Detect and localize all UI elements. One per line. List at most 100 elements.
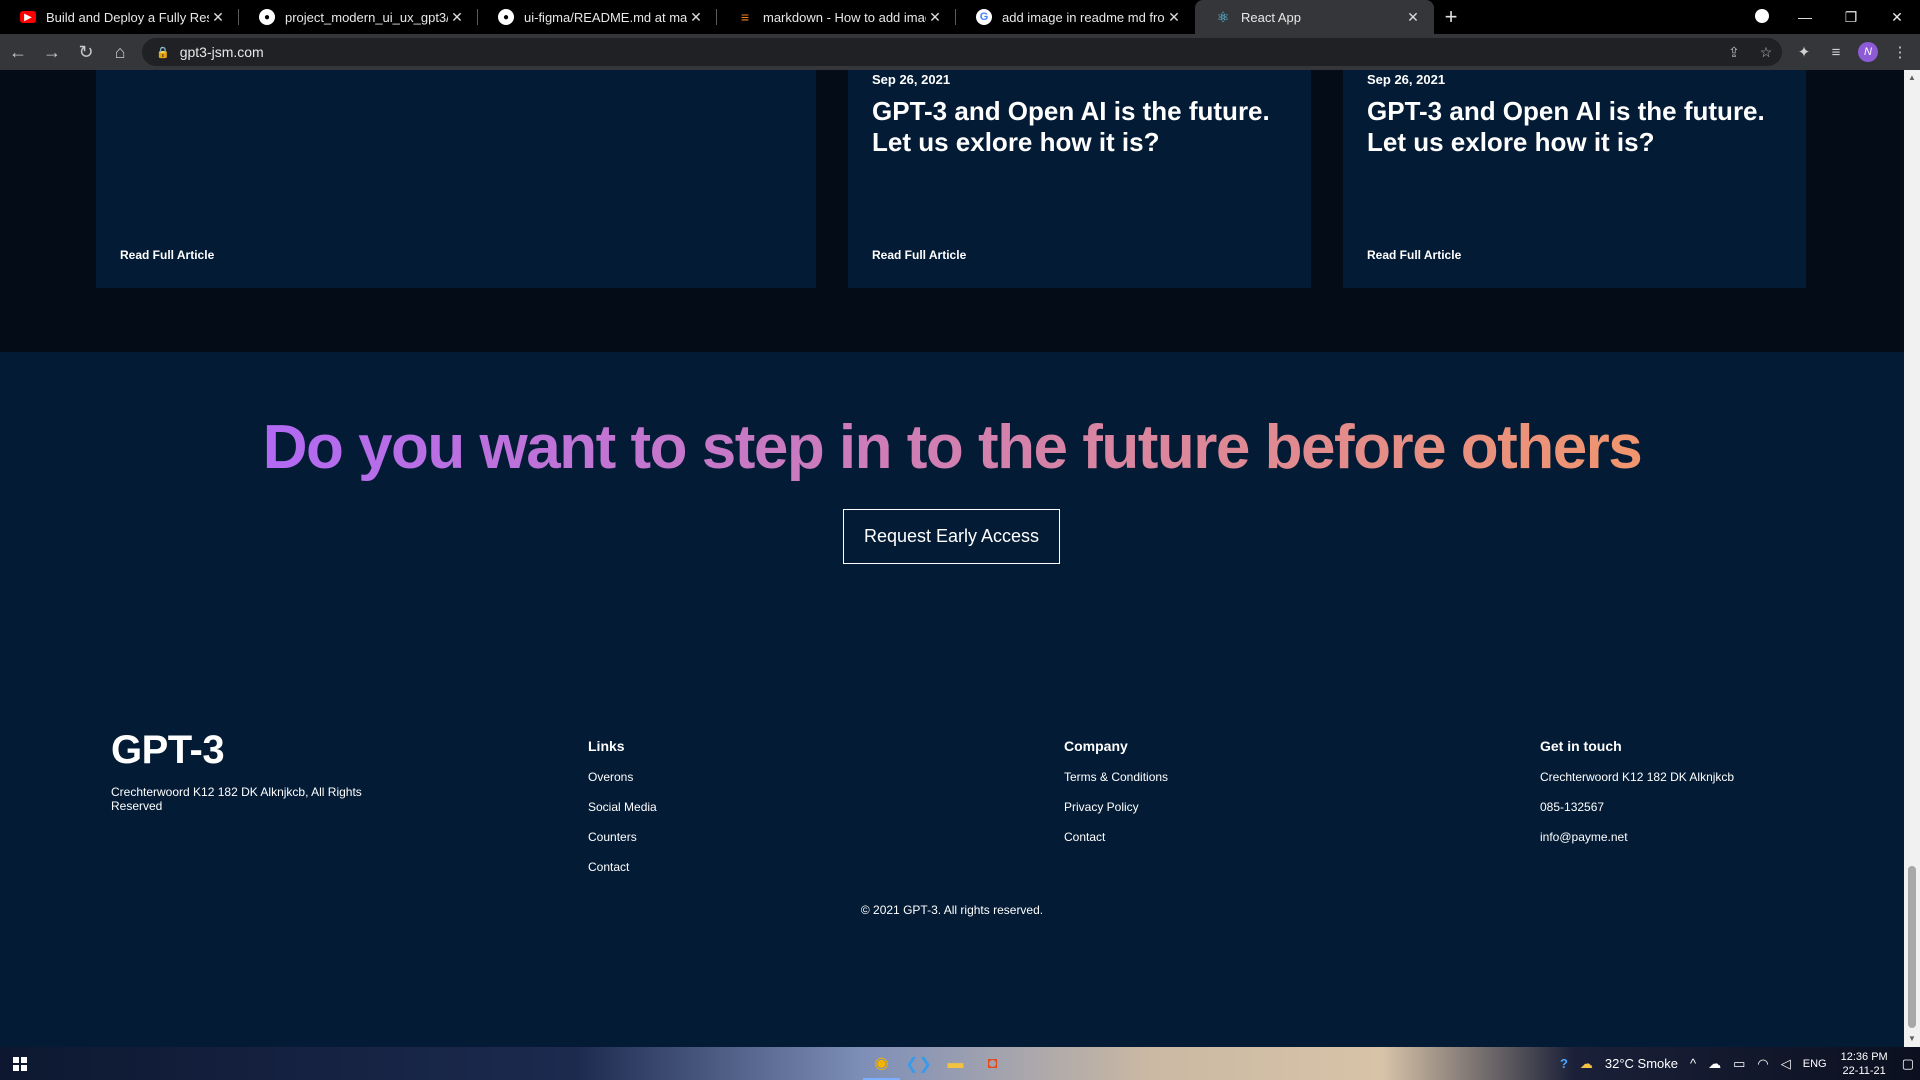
chevron-up-icon[interactable]: ^ [1684,1056,1702,1071]
page-scrollbar[interactable]: ▲ ▼ [1904,70,1920,1047]
blog-date: Sep 26, 2021 [1367,72,1446,87]
stackoverflow-icon: ≡ [740,9,750,25]
tab-title: Build and Deploy a Fully Responsive [46,9,209,25]
cloud-icon[interactable]: ☁ [1702,1056,1727,1072]
windows-logo-icon [13,1056,27,1071]
close-window-icon[interactable]: ✕ [1874,9,1920,26]
home-icon[interactable]: ⌂ [104,38,136,66]
blog-title: GPT-3 and Open AI is the future. Let us … [1367,96,1765,157]
notifications-icon[interactable]: ▢ [1896,1056,1920,1072]
forward-icon[interactable]: → [36,38,68,66]
request-early-access-button[interactable]: Request Early Access [843,509,1060,564]
close-icon[interactable]: ✕ [926,9,944,26]
tab-1[interactable]: ● project_modern_ui_ux_gpt3/README ✕ [239,0,478,34]
weather-icon[interactable]: ☁ [1574,1056,1599,1072]
github-icon: ● [498,9,514,25]
scroll-up-icon[interactable]: ▲ [1904,70,1920,86]
tab-4[interactable]: G add image in readme md from lo ✕ [956,0,1195,34]
pinned-apps: ◉ ❮❯ ▬ ◘ [863,1047,1011,1080]
volume-icon[interactable]: ◁ [1775,1056,1797,1072]
wifi-icon[interactable]: ◠ [1751,1056,1774,1072]
tab-title: project_modern_ui_ux_gpt3/README [285,9,448,25]
language-indicator[interactable]: ENG [1797,1058,1833,1070]
footer-link-privacy[interactable]: Privacy Policy [1064,800,1168,830]
footer-address: Crechterwoord K12 182 DK Alknjkcb, All R… [111,785,362,813]
share-icon[interactable]: ⇪ [1718,44,1750,61]
scroll-down-icon[interactable]: ▼ [1904,1031,1920,1047]
page-viewport: Read Full Article Sep 26, 2021 GPT-3 and… [0,70,1904,1047]
column-heading: Get in touch [1540,738,1622,754]
system-tray: ? ☁ 32°C Smoke ^ ☁ ▭ ◠ ◁ ENG 12:36 PM 22… [1554,1047,1920,1080]
footer-link-overons[interactable]: Overons [588,770,657,800]
clock-date: 22-11-21 [1842,1064,1886,1077]
read-article-link[interactable]: Read Full Article [872,248,966,262]
close-icon[interactable]: ✕ [1404,9,1422,26]
footer-company-column: Company Terms & Conditions Privacy Polic… [1064,738,1168,860]
tab-search-icon[interactable] [1742,8,1782,26]
footer-section: Do you want to step in to the future bef… [0,352,1904,1047]
footer-contact-column: Get in touch Crechterwoord K12 182 DK Al… [1540,738,1734,860]
tab-3[interactable]: ≡ markdown - How to add images ✕ [717,0,956,34]
close-icon[interactable]: ✕ [1165,9,1183,26]
tab-strip: ▶ Build and Deploy a Fully Responsive ✕ … [0,0,1920,34]
blog-title: GPT-3 and Open AI is the future. Let us … [872,96,1270,157]
avatar: N [1858,42,1878,62]
footer-link-terms[interactable]: Terms & Conditions [1064,770,1168,800]
read-article-link[interactable]: Read Full Article [120,248,214,262]
start-button[interactable] [0,1047,40,1080]
close-icon[interactable]: ✕ [687,9,705,26]
column-heading: Company [1064,738,1128,754]
github-icon: ● [259,9,275,25]
footer-links-column: Links Overons Social Media Counters Cont… [588,738,657,890]
blog-section: Read Full Article Sep 26, 2021 GPT-3 and… [0,70,1904,352]
contact-phone: 085-132567 [1540,800,1605,814]
help-icon[interactable]: ? [1554,1056,1574,1071]
profile-button[interactable]: N [1852,42,1884,62]
copyright-text: © 2021 GPT-3. All rights reserved. [860,903,1044,917]
scrollbar-thumb[interactable] [1908,866,1916,1028]
tab-title: markdown - How to add images [763,9,926,25]
office-icon[interactable]: ◘ [974,1047,1011,1080]
footer-link-contact[interactable]: Contact [1064,830,1168,860]
url-text[interactable]: gpt3-jsm.com [180,44,264,60]
close-icon[interactable]: ✕ [448,9,466,26]
file-explorer-icon[interactable]: ▬ [937,1047,974,1080]
back-icon[interactable]: ← [2,38,34,66]
chrome-icon[interactable]: ◉ [863,1047,900,1080]
blog-date: Sep 26, 2021 [872,72,951,87]
clock[interactable]: 12:36 PM 22-11-21 [1833,1050,1896,1078]
contact-address: Crechterwoord K12 182 DK Alknjkcb [1540,770,1735,784]
tab-title: React App [1241,9,1301,25]
footer-link-counters[interactable]: Counters [588,830,657,860]
lock-icon[interactable]: 🔒 [156,46,170,59]
bookmark-star-icon[interactable]: ☆ [1750,44,1782,61]
browser-toolbar: ← → ↻ ⌂ 🔒 gpt3-jsm.com ⇪ ☆ ✦ ≡ N ⋮ [0,34,1920,70]
vscode-icon[interactable]: ❮❯ [900,1047,937,1080]
windows-taskbar: ◉ ❮❯ ▬ ◘ ? ☁ 32°C Smoke ^ ☁ ▭ ◠ ◁ ENG 12… [0,1047,1920,1080]
footer-logo[interactable]: GPT-3 [111,728,225,773]
tab-5[interactable]: ⚛ React App ✕ [1195,0,1434,34]
reload-icon[interactable]: ↻ [70,38,102,66]
blog-card[interactable]: Read Full Article [96,70,816,288]
youtube-icon: ▶ [20,11,36,23]
restore-icon[interactable]: ❐ [1828,9,1874,26]
footer-link-contact[interactable]: Contact [588,860,657,890]
read-article-link[interactable]: Read Full Article [1367,248,1461,262]
weather-text[interactable]: 32°C Smoke [1599,1056,1684,1071]
extensions-icon[interactable]: ✦ [1788,43,1820,61]
tab-2[interactable]: ● ui-figma/README.md at master ✕ [478,0,717,34]
new-tab-button[interactable]: + [1434,0,1468,34]
column-heading: Links [588,738,625,754]
footer-link-social-media[interactable]: Social Media [588,800,657,830]
menu-icon[interactable]: ⋮ [1884,43,1916,61]
battery-icon[interactable]: ▭ [1727,1056,1751,1072]
minimize-icon[interactable]: — [1782,9,1828,25]
reading-list-icon[interactable]: ≡ [1820,44,1852,61]
tab-title: ui-figma/README.md at master [524,9,687,25]
close-icon[interactable]: ✕ [209,9,227,26]
clock-time: 12:36 PM [1840,1050,1888,1063]
tab-0[interactable]: ▶ Build and Deploy a Fully Responsive ✕ [0,0,239,34]
blog-card[interactable]: Sep 26, 2021 GPT-3 and Open AI is the fu… [848,70,1311,288]
address-bar[interactable]: 🔒 gpt3-jsm.com ⇪ ☆ [142,38,1782,66]
blog-card[interactable]: Sep 26, 2021 GPT-3 and Open AI is the fu… [1343,70,1806,288]
